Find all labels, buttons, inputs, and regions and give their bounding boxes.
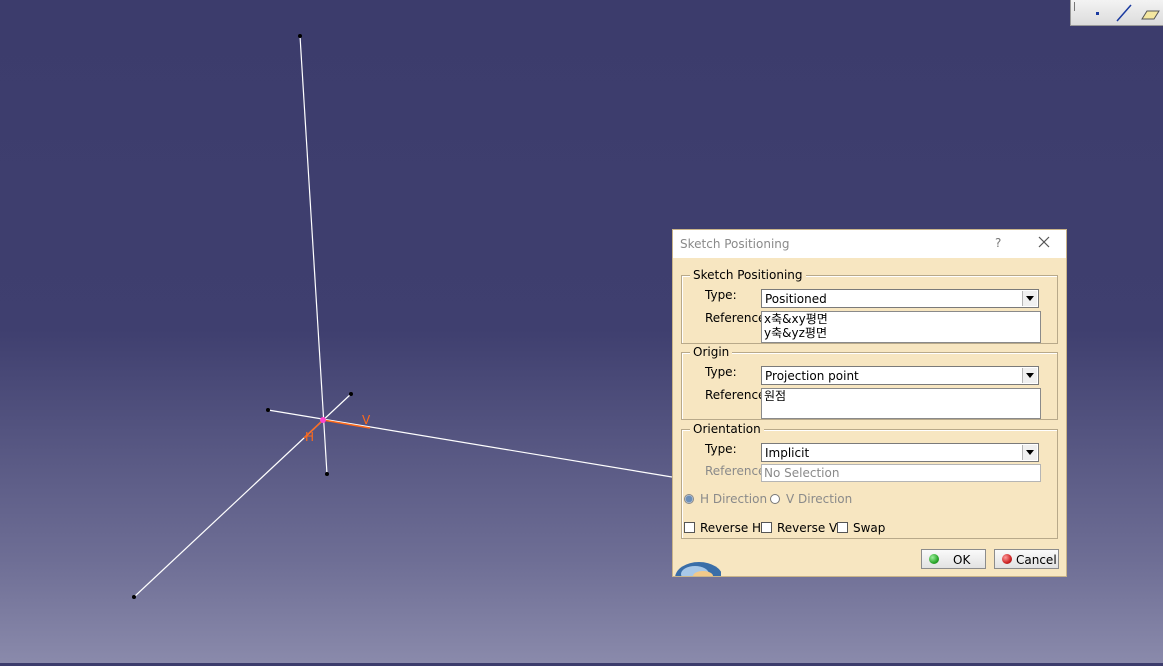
orientation-reference-field: No Selection [761, 464, 1041, 482]
orientation-type-value: Implicit [765, 446, 810, 460]
reverse-v-label: Reverse V [777, 521, 838, 535]
plane-icon [1141, 10, 1160, 20]
origin-legend: Origin [690, 345, 733, 359]
sp-type-label: Type: [705, 288, 737, 302]
dialog-title: Sketch Positioning [680, 237, 790, 251]
origin-type-select[interactable]: Projection point [761, 366, 1039, 385]
orientation-type-label: Type: [705, 442, 737, 456]
close-icon [1038, 236, 1050, 248]
swap-checkbox[interactable] [837, 522, 848, 533]
ok-label: OK [953, 553, 971, 567]
orientation-type-select[interactable]: Implicit [761, 443, 1039, 462]
origin-reference-item[interactable]: 원점 [762, 389, 1040, 403]
v-direction-radio[interactable] [770, 494, 780, 504]
cancel-icon [1002, 554, 1012, 564]
origin-type-value: Projection point [765, 369, 859, 383]
dialog-titlebar[interactable]: Sketch Positioning ? [673, 230, 1066, 258]
orientation-reference-value: No Selection [764, 466, 840, 480]
h-direction-radio[interactable] [684, 494, 694, 504]
toolbar-grip[interactable] [1074, 2, 1077, 11]
z-axis-line [299, 35, 328, 475]
h-axis-label: H [305, 430, 314, 444]
chevron-down-icon[interactable] [1022, 368, 1037, 383]
sp-reference-label: Reference: [705, 311, 770, 325]
endpoint-marker [349, 392, 353, 396]
reverse-h-label: Reverse H [700, 521, 762, 535]
sp-reference-item[interactable]: y축&yz평면 [762, 326, 1040, 340]
origin-reference-label: Reference: [705, 388, 770, 402]
point-button[interactable] [1087, 2, 1109, 24]
endpoint-marker [298, 34, 302, 38]
sketch-positioning-dialog: Sketch Positioning ? Sketch Positioning … [672, 229, 1067, 577]
origin-type-label: Type: [705, 365, 737, 379]
v-direction-label: V Direction [786, 492, 853, 506]
orientation-legend: Orientation [690, 422, 764, 436]
origin-point [320, 417, 326, 423]
line-button[interactable] [1113, 2, 1135, 24]
chevron-down-icon[interactable] [1022, 291, 1037, 306]
origin-group: Origin Type: Projection point Reference:… [681, 345, 1058, 420]
sp-type-select[interactable]: Positioned [761, 289, 1039, 308]
orientation-group: Orientation Type: Implicit Reference: No… [681, 422, 1058, 539]
line-icon [1116, 4, 1132, 22]
sketch-positioning-legend: Sketch Positioning [690, 268, 806, 282]
reverse-h-checkbox[interactable] [684, 522, 695, 533]
sketch-positioning-group: Sketch Positioning Type: Positioned Refe… [681, 268, 1058, 344]
sp-reference-item[interactable]: x축&xy평면 [762, 312, 1040, 326]
origin-reference-list[interactable]: 원점 [761, 388, 1041, 419]
h-direction-label: H Direction [700, 492, 768, 506]
close-button[interactable] [1036, 234, 1052, 250]
reverse-v-checkbox[interactable] [761, 522, 772, 533]
sp-type-value: Positioned [765, 292, 827, 306]
endpoint-marker [132, 595, 136, 599]
chevron-down-icon[interactable] [1022, 445, 1037, 460]
sp-reference-list[interactable]: x축&xy평면 y축&yz평면 [761, 311, 1041, 343]
x-axis-line [267, 409, 673, 478]
endpoint-marker [266, 408, 270, 412]
help-button[interactable]: ? [995, 236, 1001, 250]
plane-button[interactable] [1139, 2, 1161, 24]
endpoint-marker [325, 472, 329, 476]
cancel-label: Cancel [1016, 553, 1057, 567]
ok-icon [929, 554, 939, 564]
v-axis-label: V [362, 413, 371, 427]
point-icon [1096, 12, 1099, 15]
swap-label: Swap [853, 521, 886, 535]
orientation-reference-label: Reference: [705, 464, 770, 478]
catia-logo-icon [675, 562, 721, 576]
tools-toolbar [1070, 0, 1163, 26]
ok-button[interactable]: OK [921, 549, 986, 569]
cancel-button[interactable]: Cancel [994, 549, 1059, 569]
